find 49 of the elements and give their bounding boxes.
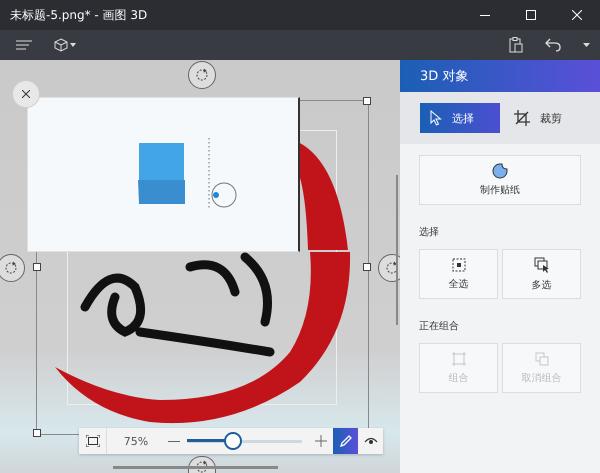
plus-icon — [315, 435, 327, 447]
rotate-icon — [195, 460, 209, 473]
cube-icon — [54, 38, 68, 52]
close-icon — [572, 10, 582, 20]
minimize-icon — [480, 14, 490, 16]
section-title: 正在组合 — [419, 320, 460, 333]
panel-title: 3D 对象 — [400, 60, 600, 92]
caret-icon — [583, 43, 590, 47]
multi-select-button[interactable]: 多选 — [502, 249, 581, 299]
multi-select-icon — [534, 256, 550, 272]
cursor-icon — [430, 110, 442, 126]
clipboard-icon — [509, 37, 523, 53]
tab[interactable]: 选择 — [420, 103, 500, 133]
ungroup-icon — [534, 352, 548, 366]
scrollbar[interactable] — [113, 466, 278, 469]
eye-icon — [364, 436, 378, 446]
rotate-handle[interactable] — [378, 254, 400, 282]
group-icon — [452, 352, 466, 366]
menu-icon — [16, 40, 32, 50]
rotate-icon — [4, 261, 18, 275]
maximize-icon — [526, 10, 536, 20]
close-preview-button[interactable] — [12, 80, 40, 108]
zoom-slider-thumb[interactable] — [224, 432, 242, 450]
sticker-icon — [492, 163, 508, 179]
resize-handle[interactable] — [363, 97, 371, 105]
rotate-handle[interactable] — [0, 254, 25, 282]
rotate-handle[interactable] — [188, 61, 216, 89]
resize-handle[interactable] — [363, 263, 371, 271]
rotate-icon — [385, 261, 399, 275]
rotate-icon — [195, 68, 209, 82]
zoom-reading: 75% — [122, 434, 150, 448]
pen-mode-button[interactable] — [333, 428, 358, 454]
tab[interactable]: 裁剪 — [504, 103, 584, 133]
scrollbar[interactable] — [396, 175, 398, 325]
resize-handle[interactable] — [33, 429, 41, 437]
minus-icon — [168, 440, 180, 442]
section-title: 选择 — [419, 226, 440, 239]
resize-handle[interactable] — [33, 263, 41, 271]
make-sticker-button[interactable]: 制作贴纸 — [419, 155, 581, 205]
close-icon — [22, 90, 30, 98]
window-title: 未标题-5.png* - 画图 3D — [10, 6, 148, 24]
select-all-icon — [452, 258, 466, 272]
undo-icon — [545, 38, 561, 52]
caret-icon — [70, 43, 76, 47]
cube-drawing — [138, 142, 186, 204]
fit-screen-icon — [86, 435, 100, 447]
crop-icon — [514, 110, 530, 126]
select-all-button[interactable]: 全选 — [419, 249, 498, 299]
pen-icon — [340, 435, 352, 447]
